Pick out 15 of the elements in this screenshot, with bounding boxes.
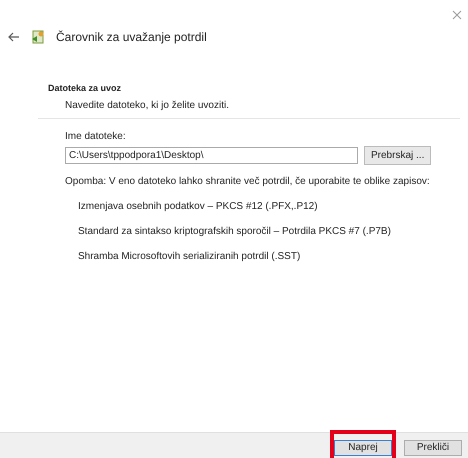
format-item: Shramba Microsoftovih serializiranih potrdil (.SST) [77,250,302,264]
format-item: Izmenjava osebnih podatkov – PKCS #12 (.PFX,.P12) [77,200,319,214]
section-subtitle: Navedite datoteko, ki jo želite uvoziti. [64,98,230,112]
field-label: Ime datoteke: [65,130,127,144]
window-title: Čarovnik za uvažanje potrdil [56,29,207,46]
browse-button[interactable]: Prebrskaj ... [364,146,432,164]
section-heading: Datoteka za uvoz [48,82,122,95]
cancel-button[interactable]: Prekliči [404,440,462,456]
file-name-field[interactable]: C:\Users\tppodpora1\Desktop\ [65,146,358,164]
close-icon[interactable] [452,10,462,20]
back-arrow-icon[interactable] [8,32,20,42]
certificate-icon [30,29,46,45]
format-item: Standard za sintakso kriptografskih sporočil – Potrdila PKCS #7 (.P7B) [77,224,392,238]
next-button[interactable]: Naprej [334,440,392,456]
note-text: Opomba: V eno datoteko lahko shranite več potrdil, če uporabite te oblike zapisov: [65,174,431,188]
